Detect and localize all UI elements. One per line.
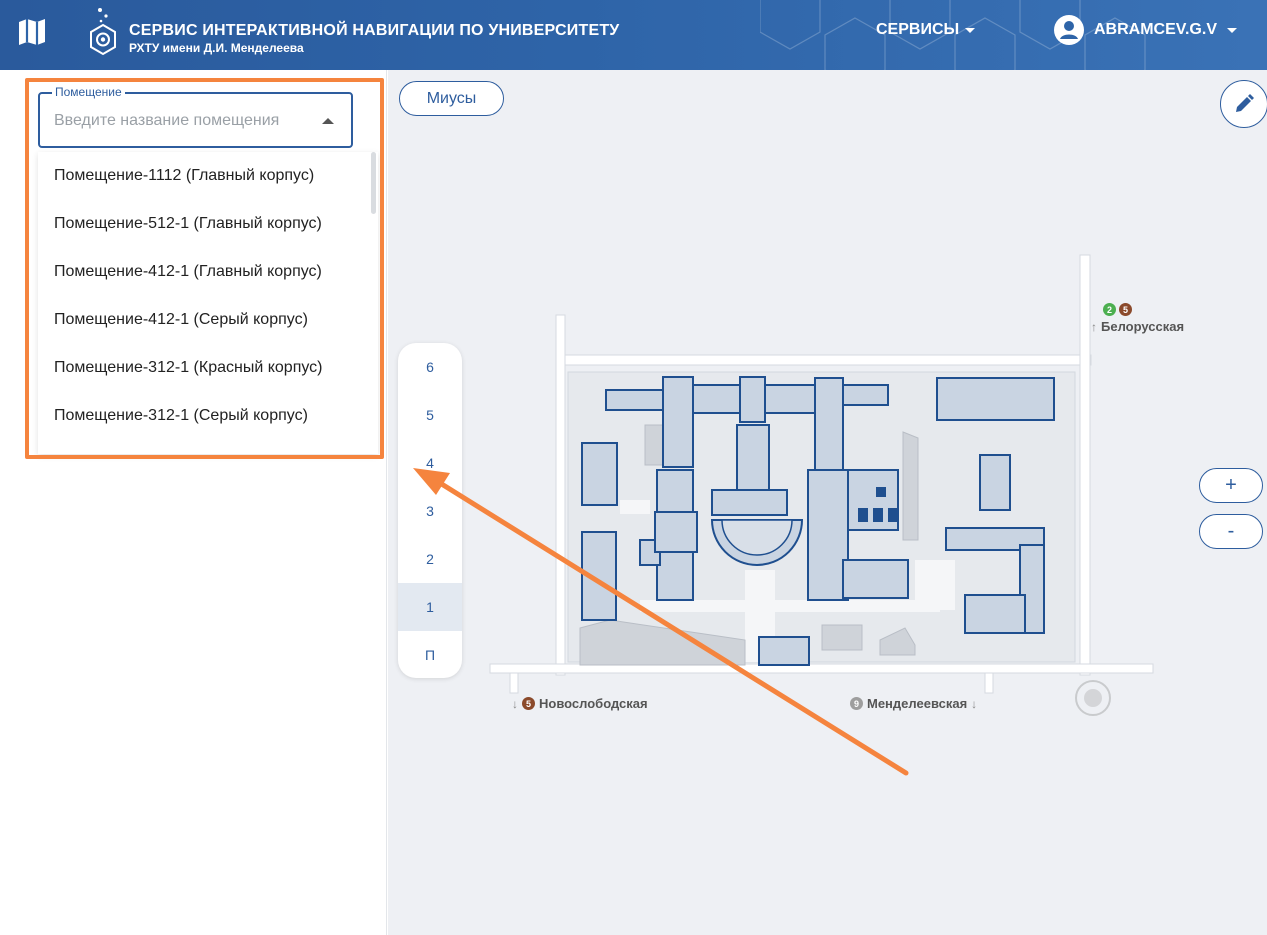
room-option[interactable]: Помещение-312-1 (Красный корпус) [38, 344, 378, 392]
metro-line-badge: 9 [850, 697, 863, 710]
zoom-in-button[interactable]: + [1199, 468, 1263, 503]
services-menu[interactable]: СЕРВИСЫ [876, 21, 976, 39]
metro-line-badge: 5 [1119, 303, 1132, 316]
user-name: ABRAMCEV.G.V [1094, 21, 1217, 38]
metro-station-name: Белорусская [1101, 319, 1185, 334]
room-option[interactable]: Помещение-1112 (Главный корпус) [38, 152, 378, 200]
metro-station-name: Менделеевская [867, 696, 968, 711]
floor-button-6[interactable]: 6 [398, 343, 462, 391]
arrow-down-icon: ↓ [512, 696, 518, 711]
floor-selector: 6 5 4 3 2 1 П [398, 343, 462, 678]
zoom-out-button[interactable]: - [1199, 514, 1263, 549]
room-search-field[interactable]: Помещение [38, 85, 353, 148]
user-menu[interactable]: ABRAMCEV.G.V [1054, 15, 1237, 45]
metro-line-badge: 5 [522, 697, 535, 710]
map-canvas[interactable] [388, 70, 1267, 935]
app-subtitle: РХТУ имени Д.И. Менделеева [129, 41, 304, 55]
pencil-icon [1236, 94, 1254, 112]
room-option[interactable]: Помещение-412-1 (Главный корпус) [38, 248, 378, 296]
dropdown-scrollbar[interactable] [371, 152, 376, 214]
metro-station-name: Новослободская [539, 696, 648, 711]
floor-button-3[interactable]: 3 [398, 487, 462, 535]
floor-button-1[interactable]: 1 [398, 583, 462, 631]
arrow-up-icon: ↑ [1091, 319, 1097, 334]
chevron-down-icon [1226, 27, 1237, 33]
chevron-down-icon [965, 27, 976, 33]
top-bar: СЕРВИС ИНТЕРАКТИВНОЙ НАВИГАЦИИ ПО УНИВЕР… [0, 0, 1267, 70]
edit-button[interactable] [1220, 80, 1267, 128]
services-label: СЕРВИСЫ [876, 21, 960, 38]
account-icon [1054, 15, 1084, 45]
room-search-input[interactable] [54, 110, 314, 132]
room-option[interactable]: Помещение-312-1 (Серый корпус) [38, 392, 378, 440]
metro-mendeleevskaya: 9 Менделеевская ↓ [850, 696, 977, 711]
university-logo-icon [90, 8, 116, 56]
floor-button-2[interactable]: 2 [398, 535, 462, 583]
metro-belorusskaya: 2 5 ↑ Белорусская [1091, 303, 1184, 334]
metro-line-badge: 2 [1103, 303, 1116, 316]
room-options-list: Помещение-1112 (Главный корпус) Помещени… [38, 152, 378, 454]
room-search-legend: Помещение [52, 85, 125, 99]
floor-button-basement[interactable]: П [398, 631, 462, 678]
caret-up-icon[interactable] [322, 118, 334, 124]
campus-button[interactable]: Миусы [399, 81, 504, 116]
room-option[interactable]: Помещение-512-1 (Главный корпус) [38, 200, 378, 248]
map-icon[interactable] [17, 17, 47, 47]
room-option[interactable]: Помещение-412-1 (Серый корпус) [38, 296, 378, 344]
floor-button-5[interactable]: 5 [398, 391, 462, 439]
floor-button-4[interactable]: 4 [398, 439, 462, 487]
app-title: СЕРВИС ИНТЕРАКТИВНОЙ НАВИГАЦИИ ПО УНИВЕР… [129, 22, 620, 39]
arrow-down-icon: ↓ [971, 696, 978, 711]
metro-novoslobodskaya: ↓ 5 Новослободская [512, 696, 648, 711]
